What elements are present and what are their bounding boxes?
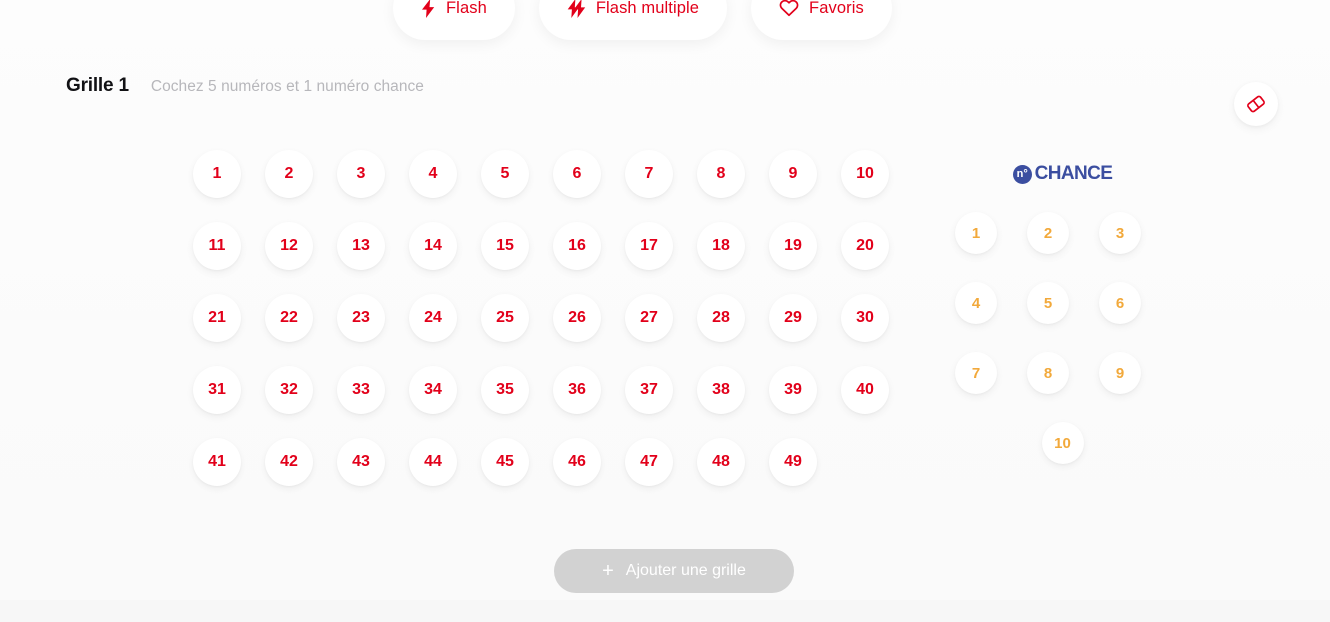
number-ball[interactable]: 2 xyxy=(265,150,313,198)
number-ball[interactable]: 4 xyxy=(409,150,457,198)
chance-ball[interactable]: 2 xyxy=(1027,212,1069,254)
chance-row: 7 8 9 xyxy=(955,352,1170,394)
add-grid-button[interactable]: + Ajouter une grille xyxy=(554,549,794,593)
number-ball[interactable]: 43 xyxy=(337,438,385,486)
number-ball[interactable]: 35 xyxy=(481,366,529,414)
number-ball[interactable]: 49 xyxy=(769,438,817,486)
number-ball[interactable]: 14 xyxy=(409,222,457,270)
number-ball[interactable]: 48 xyxy=(697,438,745,486)
number-ball[interactable]: 31 xyxy=(193,366,241,414)
chance-ball[interactable]: 10 xyxy=(1041,422,1084,464)
flash-button-label: Flash xyxy=(446,0,487,17)
number-ball[interactable]: 24 xyxy=(409,294,457,342)
number-ball[interactable]: 41 xyxy=(193,438,241,486)
number-ball[interactable]: 7 xyxy=(625,150,673,198)
number-ball[interactable]: 20 xyxy=(841,222,889,270)
grid-title: Grille 1 xyxy=(66,75,129,96)
chance-row: 10 xyxy=(955,422,1170,464)
number-ball[interactable]: 28 xyxy=(697,294,745,342)
favoris-button[interactable]: Favoris xyxy=(751,0,892,40)
chance-panel: n° CHANCE 1 2 3 4 5 6 7 8 9 10 xyxy=(955,150,1170,464)
favoris-button-label: Favoris xyxy=(809,0,864,17)
chance-ball[interactable]: 9 xyxy=(1099,352,1141,394)
number-row: 1 2 3 4 5 6 7 8 9 10 xyxy=(193,150,890,198)
number-ball[interactable]: 44 xyxy=(409,438,457,486)
chance-logo-badge: n° xyxy=(1012,164,1032,184)
double-lightning-bolt-icon xyxy=(567,0,586,18)
number-row: 21 22 23 24 25 26 27 28 29 30 xyxy=(193,294,890,342)
main-numbers-grid: 1 2 3 4 5 6 7 8 9 10 11 12 13 14 15 16 1… xyxy=(193,150,890,510)
plus-icon: + xyxy=(602,560,614,582)
flash-button[interactable]: Flash xyxy=(393,0,515,40)
flash-multiple-button-label: Flash multiple xyxy=(595,0,700,17)
grid-hint: Cochez 5 numéros et 1 numéro chance xyxy=(150,78,424,95)
number-row: 11 12 13 14 15 16 17 18 19 20 xyxy=(193,222,890,270)
chance-row: 1 2 3 xyxy=(955,212,1170,254)
number-ball[interactable]: 32 xyxy=(265,366,313,414)
number-ball[interactable]: 19 xyxy=(769,222,817,270)
number-ball[interactable]: 12 xyxy=(265,222,313,270)
lightning-bolt-icon xyxy=(421,0,436,18)
number-ball[interactable]: 21 xyxy=(193,294,241,342)
number-row: 31 32 33 34 35 36 37 38 39 40 xyxy=(193,366,890,414)
chance-ball[interactable]: 3 xyxy=(1099,212,1141,254)
number-ball[interactable]: 25 xyxy=(481,294,529,342)
number-row: 41 42 43 44 45 46 47 48 49 xyxy=(193,438,890,486)
number-ball[interactable]: 45 xyxy=(481,438,529,486)
number-ball[interactable]: 34 xyxy=(409,366,457,414)
chance-logo: n° CHANCE xyxy=(955,150,1170,198)
number-ball[interactable]: 39 xyxy=(769,366,817,414)
number-ball[interactable]: 33 xyxy=(337,366,385,414)
chance-ball[interactable]: 7 xyxy=(955,352,997,394)
number-ball[interactable]: 40 xyxy=(841,366,889,414)
number-ball[interactable]: 15 xyxy=(481,222,529,270)
number-ball[interactable]: 26 xyxy=(553,294,601,342)
number-ball[interactable]: 27 xyxy=(625,294,673,342)
chance-ball[interactable]: 6 xyxy=(1099,282,1141,324)
number-ball[interactable]: 11 xyxy=(193,222,241,270)
number-ball[interactable]: 10 xyxy=(841,150,889,198)
chance-numbers-grid: 1 2 3 4 5 6 7 8 9 10 xyxy=(955,212,1170,464)
number-ball[interactable]: 1 xyxy=(193,150,241,198)
grid-header: Grille 1 Cochez 5 numéros et 1 numéro ch… xyxy=(66,75,424,97)
number-ball[interactable]: 16 xyxy=(553,222,601,270)
number-ball[interactable]: 17 xyxy=(625,222,673,270)
eraser-button[interactable] xyxy=(1234,82,1278,126)
chance-logo-word: CHANCE xyxy=(1034,163,1113,184)
number-ball[interactable]: 42 xyxy=(265,438,313,486)
chance-ball[interactable]: 5 xyxy=(1027,282,1069,324)
number-ball[interactable]: 38 xyxy=(697,366,745,414)
add-grid-button-label: Ajouter une grille xyxy=(625,562,746,579)
chance-ball[interactable]: 1 xyxy=(955,212,997,254)
chance-row: 4 5 6 xyxy=(955,282,1170,324)
number-ball[interactable]: 47 xyxy=(625,438,673,486)
number-ball[interactable]: 29 xyxy=(769,294,817,342)
chance-ball[interactable]: 4 xyxy=(955,282,997,324)
number-ball[interactable]: 46 xyxy=(553,438,601,486)
number-ball[interactable]: 3 xyxy=(337,150,385,198)
number-ball[interactable]: 9 xyxy=(769,150,817,198)
number-ball[interactable]: 37 xyxy=(625,366,673,414)
eraser-icon xyxy=(1245,93,1267,115)
number-ball[interactable]: 5 xyxy=(481,150,529,198)
quick-actions-bar: Flash Flash multiple Favoris xyxy=(393,0,892,40)
page-footer-strip xyxy=(0,600,1330,622)
number-ball[interactable]: 30 xyxy=(841,294,889,342)
number-ball[interactable]: 8 xyxy=(697,150,745,198)
number-ball[interactable]: 36 xyxy=(553,366,601,414)
loto-grid-page: Flash Flash multiple Favoris Grille 1 Co… xyxy=(0,0,1330,622)
flash-multiple-button[interactable]: Flash multiple xyxy=(538,0,728,40)
number-ball[interactable]: 18 xyxy=(697,222,745,270)
number-ball[interactable]: 6 xyxy=(553,150,601,198)
number-ball[interactable]: 23 xyxy=(337,294,385,342)
heart-outline-icon xyxy=(779,0,799,17)
number-ball[interactable]: 13 xyxy=(337,222,385,270)
number-ball[interactable]: 22 xyxy=(265,294,313,342)
chance-ball[interactable]: 8 xyxy=(1027,352,1069,394)
